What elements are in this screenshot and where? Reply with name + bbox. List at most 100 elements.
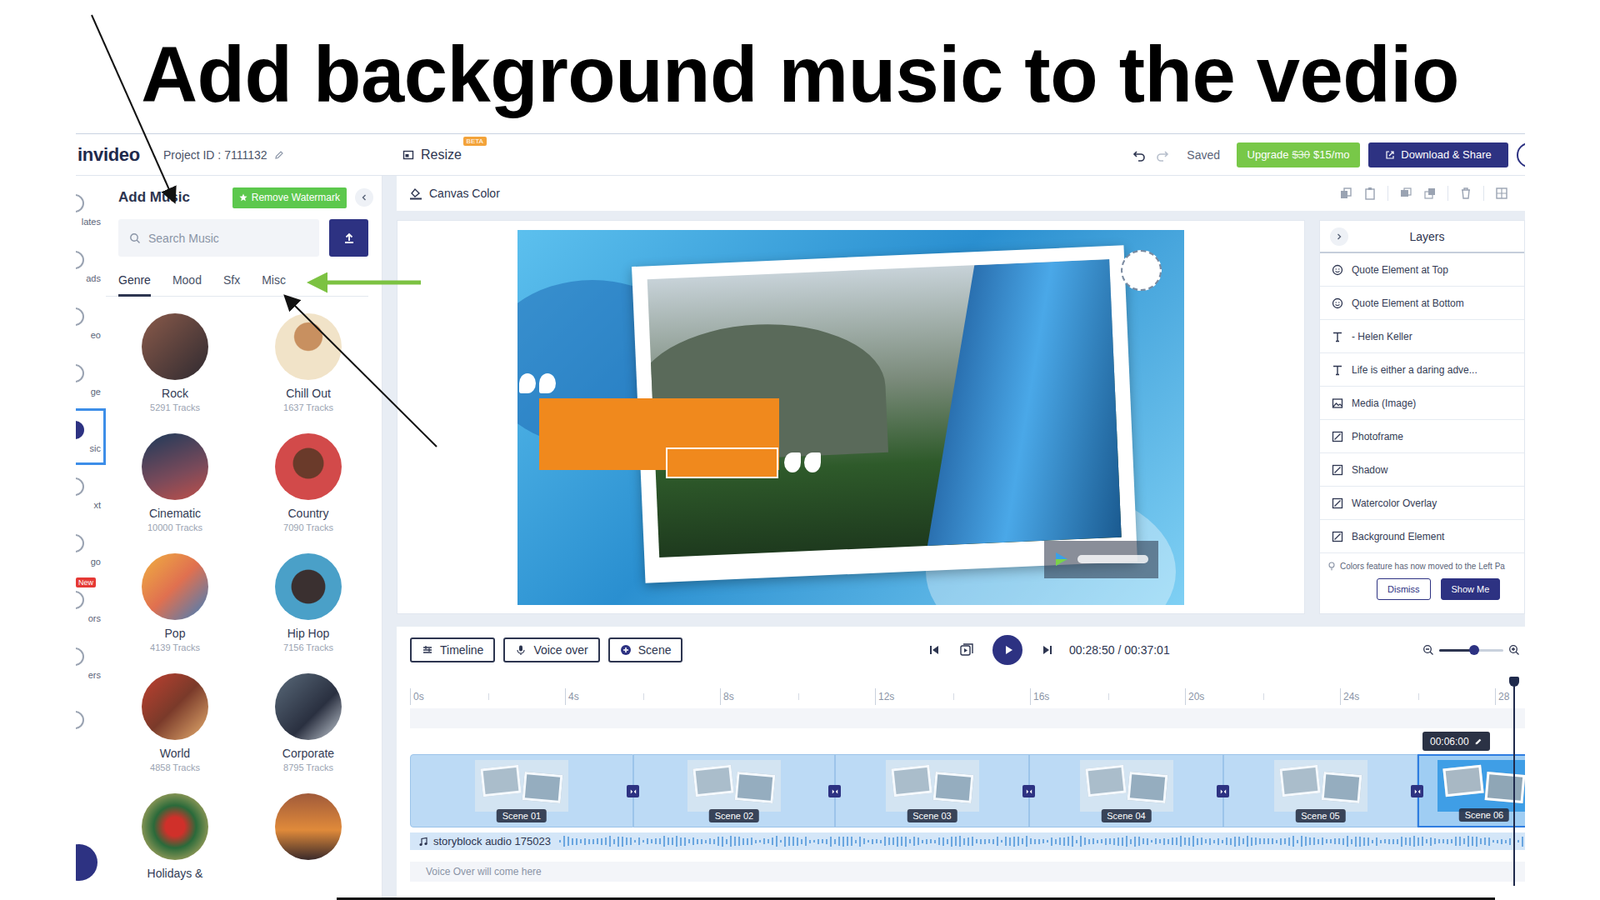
zoom-slider-knob[interactable] <box>1469 645 1480 655</box>
play-button[interactable] <box>992 635 1023 665</box>
rail-item-label: lates <box>81 216 101 227</box>
author-box[interactable] <box>665 447 779 479</box>
layer-item[interactable]: Quote Element at Top <box>1320 253 1525 287</box>
scene-card[interactable]: Scene 01 <box>410 754 634 828</box>
upload-logo-slot[interactable] <box>1120 250 1162 291</box>
rail-item[interactable]: ge <box>75 351 106 409</box>
video-preview[interactable] <box>517 230 1185 605</box>
music-search-field[interactable]: Search Music <box>118 219 320 257</box>
transition-icon[interactable] <box>1216 785 1230 798</box>
undo-icon[interactable] <box>1131 147 1147 163</box>
scene-card[interactable]: Scene 02 <box>633 754 835 828</box>
voice-over-track[interactable]: Voice Over will come here <box>410 861 1525 882</box>
rail-item[interactable] <box>75 691 106 749</box>
transition-icon[interactable] <box>1022 785 1035 798</box>
timeline-button[interactable]: Voice over <box>503 637 600 663</box>
pencil-icon[interactable] <box>274 150 285 160</box>
redo-icon[interactable] <box>1155 147 1170 163</box>
transition-icon[interactable] <box>1410 785 1424 798</box>
loop-preview-icon[interactable] <box>959 642 975 658</box>
canvas-color-button[interactable]: Canvas Color <box>409 186 500 200</box>
rail-item[interactable]: xt <box>75 465 106 522</box>
music-tab[interactable]: Genre <box>118 266 151 297</box>
rail-item[interactable]: sic <box>75 408 106 465</box>
genre-card[interactable]: Country7090 Tracks <box>241 433 375 554</box>
rail-item[interactable]: eo <box>75 295 106 352</box>
scene-card[interactable]: Scene 05 <box>1223 754 1418 828</box>
rail-item[interactable]: go <box>75 521 106 579</box>
audio-track[interactable]: storyblock audio 175023 <box>410 832 1525 850</box>
project-id: Project ID : 7111132 <box>163 148 268 162</box>
music-tab[interactable]: Mood <box>172 266 202 297</box>
rail-item[interactable]: ads <box>75 238 106 295</box>
layer-item[interactable]: Watercolor Overlay <box>1320 486 1525 520</box>
rail-item[interactable]: Newors <box>75 578 106 635</box>
scene-card[interactable]: Scene 04 <box>1029 754 1224 828</box>
transition-icon[interactable] <box>828 785 841 798</box>
paste-icon[interactable] <box>1363 186 1377 200</box>
layer-item[interactable]: Shadow <box>1320 453 1525 487</box>
resize-label: Resize <box>420 147 462 163</box>
help-chat-icon[interactable] <box>75 844 98 881</box>
timeline-button[interactable]: Timeline <box>410 637 495 663</box>
genre-image <box>141 553 209 620</box>
invideo-logo[interactable]: invideo <box>77 144 157 166</box>
notice-button[interactable]: Dismiss <box>1376 578 1431 600</box>
upgrade-button[interactable]: Upgrade$30$15/mo <box>1236 142 1360 168</box>
send-backward-icon[interactable] <box>1423 186 1437 200</box>
zoom-in-icon[interactable] <box>1508 644 1520 656</box>
rail-item[interactable]: ers <box>75 635 106 692</box>
notice-button[interactable]: Show Me <box>1440 578 1501 600</box>
genre-card[interactable]: Cinematic10000 Tracks <box>108 433 242 554</box>
genre-card[interactable]: Holidays & <box>108 793 242 898</box>
genre-card[interactable]: Rock5291 Tracks <box>108 313 242 434</box>
skip-forward-icon[interactable] <box>1040 643 1055 657</box>
remove-watermark-button[interactable]: Remove Watermark <box>232 187 347 209</box>
account-icon[interactable] <box>1516 142 1525 168</box>
playhead[interactable] <box>1513 685 1515 886</box>
layer-item[interactable]: Photoframe <box>1320 420 1525 454</box>
upload-music-button[interactable] <box>329 219 369 257</box>
audio-track-label: storyblock audio 175023 <box>433 835 551 848</box>
arrow-to-add-music <box>91 15 175 201</box>
music-tab[interactable]: Misc <box>261 266 286 297</box>
collapse-button[interactable] <box>1330 227 1349 246</box>
download-share-button[interactable]: Download & Share <box>1368 142 1509 168</box>
collapse-button[interactable] <box>355 188 374 207</box>
layers-header: Layers <box>1320 220 1525 254</box>
resize-button[interactable]: ResizeBETA <box>402 147 462 163</box>
grid-icon[interactable] <box>1495 186 1509 200</box>
rail-item[interactable]: lates <box>75 181 106 239</box>
layer-item[interactable]: Media (Image) <box>1320 386 1525 420</box>
layer-item[interactable]: - Helen Keller <box>1320 320 1525 354</box>
shape-layer-icon <box>1331 464 1344 476</box>
genre-card[interactable]: Chill Out1637 Tracks <box>241 313 375 434</box>
bring-forward-icon[interactable] <box>1399 186 1413 200</box>
scene-card[interactable]: Scene 03 <box>835 754 1030 828</box>
zoom-slider[interactable] <box>1439 649 1504 652</box>
genre-card[interactable]: Corporate8795 Tracks <box>241 673 375 794</box>
canvas-toolbar: Canvas Color <box>396 175 1525 211</box>
genre-card[interactable]: Hip Hop7156 Tracks <box>241 553 375 674</box>
layer-label: Background Element <box>1351 530 1445 543</box>
genre-card[interactable]: Pop4139 Tracks <box>108 553 242 674</box>
music-tab[interactable]: Sfx <box>223 266 240 297</box>
genre-card[interactable] <box>241 793 375 898</box>
transition-glyph-icon <box>1414 788 1421 795</box>
genre-track-count: 10000 Tracks <box>147 522 203 533</box>
transition-icon[interactable] <box>626 785 640 798</box>
genre-name: Holidays & <box>147 866 204 880</box>
layer-item[interactable]: Life is either a daring adve... <box>1320 353 1525 387</box>
layer-item[interactable]: Background Element <box>1320 520 1525 554</box>
timeline-button[interactable]: Scene <box>608 637 684 663</box>
copy-icon[interactable] <box>1339 186 1353 200</box>
scene-duration-tooltip[interactable]: 00:06:00 <box>1422 731 1490 751</box>
genre-card[interactable]: World4858 Tracks <box>108 673 242 794</box>
scene-card[interactable]: Scene 06 <box>1417 754 1525 828</box>
zoom-out-icon[interactable] <box>1422 644 1435 656</box>
scene-thumbnail <box>687 760 781 812</box>
layer-item[interactable]: Quote Element at Bottom <box>1320 286 1525 320</box>
trash-icon[interactable] <box>1459 186 1473 200</box>
skip-back-icon[interactable] <box>927 643 941 657</box>
shape-layer-icon <box>1331 430 1344 443</box>
